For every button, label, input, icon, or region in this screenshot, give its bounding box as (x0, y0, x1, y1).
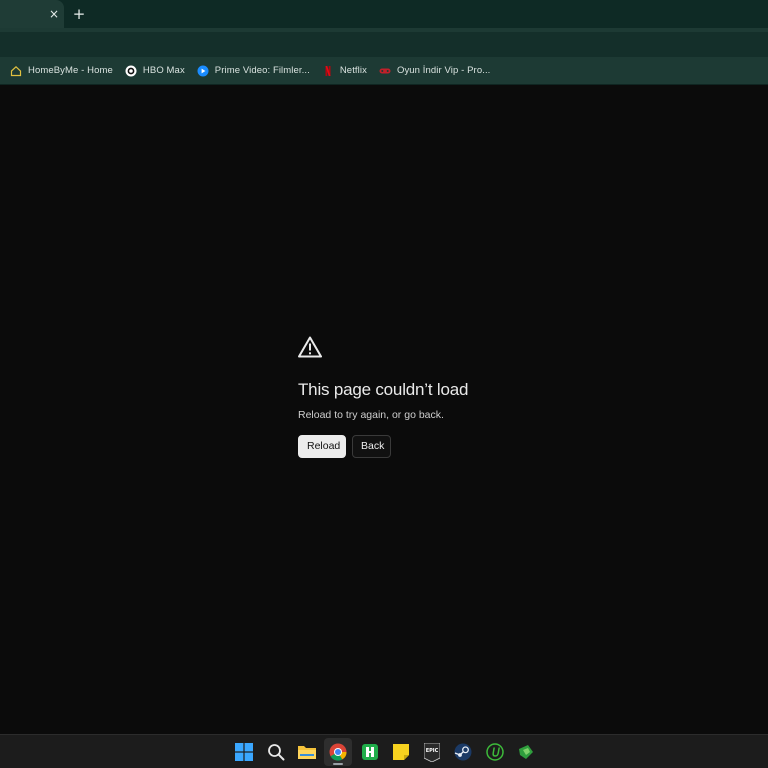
taskbar: EPIC (0, 734, 768, 768)
file-explorer-icon[interactable] (293, 738, 321, 766)
bookmark-hbo-max[interactable]: HBO Max (125, 61, 185, 81)
error-title: This page couldn’t load (298, 380, 469, 399)
tab-strip: × + (0, 0, 768, 28)
page-content: This page couldn’t load Reload to try ag… (0, 86, 768, 734)
back-button[interactable]: Back (352, 435, 391, 458)
steam-icon[interactable] (449, 738, 477, 766)
reload-button[interactable]: Reload (298, 435, 346, 458)
epic-games-logo-text: EPIC (426, 748, 439, 754)
bookmark-netflix[interactable]: Netflix (322, 61, 367, 81)
bookmark-label: HBO Max (142, 65, 185, 76)
netflix-icon (322, 65, 334, 77)
active-app-indicator (333, 763, 343, 765)
active-tab[interactable]: × (0, 0, 64, 28)
browser-toolbar (0, 28, 768, 57)
bookmark-oyun-indir[interactable]: Oyun İndir Vip - Pro... (379, 61, 490, 81)
hbo-icon (125, 65, 137, 77)
epic-games-icon[interactable]: EPIC (418, 738, 446, 766)
bookmark-label: HomeByMe - Home (28, 65, 113, 76)
gamepad-icon (379, 65, 391, 77)
green-app-icon[interactable] (356, 738, 384, 766)
bookmarks-bar: HomeByMe - Home HBO Max Prime Video: Fil… (0, 57, 768, 85)
green-launcher-icon[interactable] (512, 738, 540, 766)
bookmark-prime-video[interactable]: Prime Video: Filmler... (197, 61, 310, 81)
windows-start-icon[interactable] (230, 738, 258, 766)
chrome-icon[interactable] (324, 738, 352, 766)
omnibox-area[interactable] (0, 32, 768, 57)
utorrent-icon[interactable] (481, 738, 509, 766)
error-actions: Reload Back (298, 435, 558, 458)
search-icon[interactable] (262, 738, 290, 766)
bookmark-label: Oyun İndir Vip - Pro... (396, 65, 491, 76)
bookmark-label: Prime Video: Filmler... (214, 65, 310, 76)
error-panel: This page couldn’t load Reload to try ag… (298, 336, 558, 458)
warning-icon (298, 336, 322, 358)
new-tab-button[interactable]: + (71, 5, 87, 23)
sticky-notes-icon[interactable] (387, 738, 415, 766)
prime-video-icon (197, 65, 209, 77)
bookmark-label: Netflix (339, 65, 367, 76)
bookmark-homebyme[interactable]: HomeByMe - Home (10, 61, 113, 81)
error-message: Reload to try again, or go back. (298, 409, 444, 421)
tab-close-button[interactable]: × (47, 6, 61, 22)
house-icon (10, 65, 22, 77)
